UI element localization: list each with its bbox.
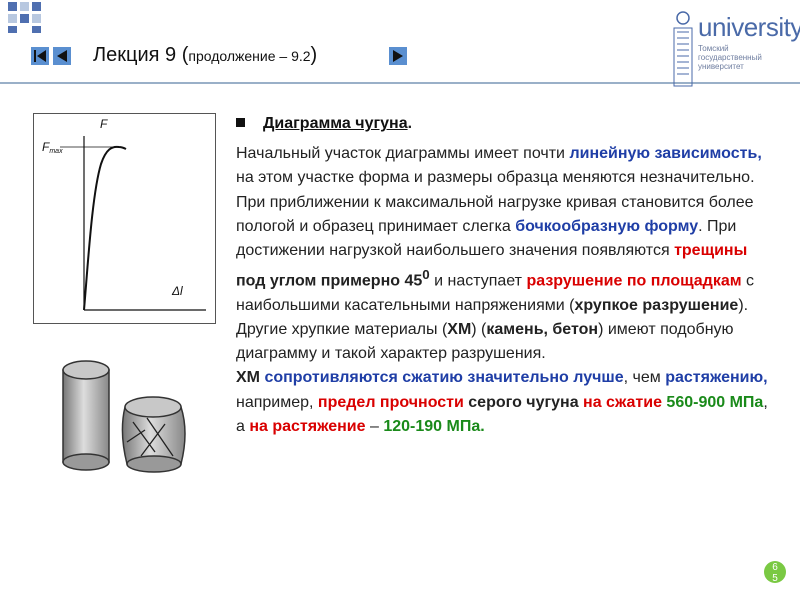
highlight-blue: бочкообразную форму <box>515 217 699 235</box>
paragraph-1: Начальный участок диаграммы имеет почти … <box>236 142 771 366</box>
text-span: , чем <box>623 369 666 387</box>
prev-arrow-icon <box>53 47 71 65</box>
heading-dot: . <box>407 115 413 132</box>
highlight-red: предел прочности <box>317 393 464 411</box>
section-heading: Диаграмма чугуна. <box>236 112 771 136</box>
title-main: Лекция 9 ( <box>93 44 189 66</box>
highlight-red: на сжатие <box>583 393 662 411</box>
fmax-label: Fmax <box>42 140 63 155</box>
first-slide-icon <box>31 47 49 65</box>
prev-slide-button[interactable] <box>53 47 71 67</box>
decor-square <box>8 26 17 33</box>
specimen-illustration <box>55 352 195 492</box>
text-span: и наступает <box>429 272 527 290</box>
next-arrow-icon <box>389 47 407 65</box>
decor-square <box>32 14 41 23</box>
page-number-badge: 65 <box>764 561 786 584</box>
cast-iron-diagram: F Fmax Δl <box>33 113 216 324</box>
highlight-blue: линейную зависимость, <box>569 145 762 163</box>
text-span: например, <box>236 393 318 411</box>
highlight-green: 560-900 МПа <box>661 393 764 411</box>
bullet-icon <box>236 118 245 128</box>
fmax-label-sub: max <box>49 148 63 155</box>
specimen-drawing <box>62 360 186 473</box>
decor-square <box>32 2 41 11</box>
page-number-digit: 6 <box>772 562 778 573</box>
decor-square <box>20 2 29 11</box>
highlight-blue: сопротивляются сжатию значительно лучше <box>260 369 624 387</box>
highlight-blue: растяжению, <box>665 369 768 387</box>
text-span: Начальный участок диаграммы имеет почти <box>236 145 570 163</box>
diagram-curve <box>83 145 127 311</box>
logo-subtitle: Томский государственный университет <box>698 44 762 71</box>
page-number-digit: 5 <box>772 573 778 584</box>
highlight-red: разрушение по площадкам <box>526 272 742 290</box>
axis-label-f: F <box>100 117 108 131</box>
next-slide-button[interactable] <box>389 47 407 67</box>
decor-square <box>8 14 17 23</box>
title-subtitle: продолжение – 9.2 <box>188 48 311 64</box>
text-bold: камень, бетон <box>486 320 599 338</box>
intact-cylinder <box>62 369 110 463</box>
text-bold: под углом примерно 45 <box>236 272 423 290</box>
text-bold: ХМ <box>236 369 260 387</box>
diagram-plot: F Fmax Δl <box>42 117 206 311</box>
lecture-text: Диаграмма чугуна. Начальный участок диаг… <box>236 112 771 439</box>
text-bold: ХМ <box>447 320 472 338</box>
decor-square <box>8 2 17 11</box>
page-title: Лекция 9 (продолжение – 9.2) <box>93 44 317 67</box>
highlight-red: на растяжение <box>249 417 366 435</box>
paragraph-2: ХМ сопротивляются сжатию значительно луч… <box>236 366 771 439</box>
highlight-green: 120-190 МПа. <box>383 417 485 435</box>
decor-square <box>20 14 29 23</box>
text-span: ) ( <box>471 320 487 338</box>
text-bold: хрупкое разрушение <box>574 296 739 314</box>
highlight-red: трещины <box>674 242 748 260</box>
text-bold: серого чугуна <box>463 393 584 411</box>
text-span: – <box>365 417 384 435</box>
degree-superscript: 0 <box>422 267 430 283</box>
logo-text: university <box>698 12 800 42</box>
first-slide-button[interactable] <box>31 47 49 67</box>
decor-square <box>32 26 41 33</box>
heading-text: Диаграмма чугуна <box>263 115 408 132</box>
axis-label-dl: Δl <box>171 284 183 298</box>
title-close: ) <box>310 44 318 66</box>
